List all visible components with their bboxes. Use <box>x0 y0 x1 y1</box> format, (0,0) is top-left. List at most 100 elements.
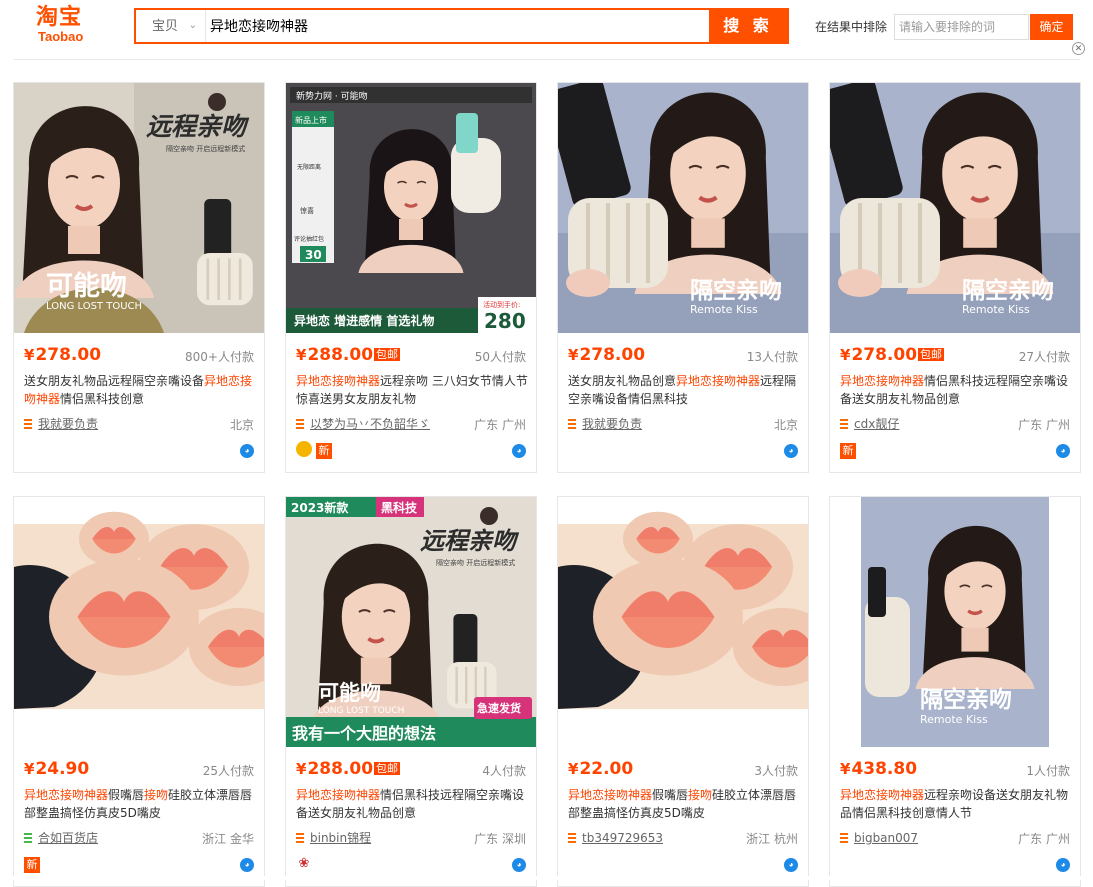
title-segment: 异地恋接吻神器 <box>24 788 109 802</box>
stream-number: 30 <box>305 248 322 262</box>
poster-tag-new: 2023新款 <box>291 500 349 515</box>
wangwang-chat-icon[interactable]: ◕ <box>512 858 526 872</box>
shop-location: 浙江 杭州 <box>746 832 798 846</box>
shop-location: 浙江 金华 <box>202 832 254 846</box>
wangwang-chat-icon[interactable]: ◕ <box>240 858 254 872</box>
product-card[interactable]: ¥24.90 25人付款 异地恋接吻神器假嘴唇接吻硅胶立体漂唇唇部整蛊搞怪仿真皮… <box>13 496 265 887</box>
stream-review: 评论抽红包 <box>294 235 324 243</box>
price-value: 288.00 <box>307 345 374 365</box>
exclude-label: 在结果中排除 <box>815 20 888 34</box>
shop-link[interactable]: 合如百货店 <box>24 830 98 846</box>
shop-location: 北京 <box>229 418 254 432</box>
search-input[interactable] <box>210 10 710 42</box>
title-segment: 异地恋接吻神器 <box>296 788 381 802</box>
product-image[interactable]: 新势力网 · 可能吻 新品上市 无限距离 惊喜 评论抽红包 30 异地恋 增进感… <box>286 83 536 333</box>
close-icon[interactable]: ✕ <box>1072 42 1085 55</box>
product-title[interactable]: 送女朋友礼物品创意异地恋接吻神器远程隔空亲嘴设备情侣黑科技 <box>568 372 800 408</box>
title-segment: 假嘴唇 <box>108 788 145 802</box>
product-card[interactable]: 隔空亲吻 Remote Kiss ¥278.00 13人付款 送女朋友礼物品创意… <box>557 82 809 473</box>
wangwang-chat-icon[interactable]: ◕ <box>240 444 254 458</box>
product-title[interactable]: 异地恋接吻神器远程亲吻设备送女朋友礼物品情侣黑科技创意情人节 <box>840 786 1072 822</box>
product-image[interactable]: 远程亲吻 隔空亲吻 开启远程新模式 可能吻 LONG LOST TOUCH <box>14 83 264 333</box>
product-image[interactable]: 隔空亲吻 Remote Kiss <box>830 497 1080 747</box>
title-segment: 接吻 <box>144 788 169 802</box>
shop-link[interactable]: 以梦为马丷不负韶华ゞ <box>296 416 430 432</box>
badge-row: 新 <box>840 441 860 459</box>
product-price: ¥22.00 <box>568 759 633 779</box>
title-segment: 假嘴唇 <box>652 788 689 802</box>
product-title[interactable]: 异地恋接吻神器情侣黑科技远程隔空亲嘴设备送女朋友礼物品创意 <box>296 786 528 822</box>
shop-name: 合如百货店 <box>38 831 99 845</box>
product-image[interactable]: 隔空亲吻 Remote Kiss <box>558 83 808 333</box>
product-card[interactable]: ¥22.00 3人付款 异地恋接吻神器假嘴唇接吻硅胶立体漂唇唇部整蛊搞怪仿真皮5… <box>557 496 809 887</box>
stream-tag-surprise: 惊喜 <box>300 206 314 215</box>
exclude-input[interactable]: 请输入要排除的词 <box>894 14 1029 40</box>
product-card[interactable]: 远程亲吻 隔空亲吻 开启远程新模式 可能吻 LONG LOST TOUCH ¥2… <box>13 82 265 473</box>
shop-link[interactable]: tb349729653 <box>568 830 663 846</box>
product-image[interactable] <box>558 497 808 747</box>
badge-row: 新 <box>296 441 336 459</box>
product-image[interactable] <box>14 497 264 747</box>
search-category-select[interactable]: 宝贝 ⌄ <box>136 10 206 42</box>
gold-medal-icon <box>296 441 312 457</box>
stream-tag-new: 新品上市 <box>295 115 327 125</box>
product-title[interactable]: 异地恋接吻神器远程亲吻 三八妇女节情人节惊喜送男女友朋友礼物 <box>296 372 528 408</box>
product-image[interactable]: 2023新款 黑科技 远程亲吻 隔空亲吻 开启远程新模式 可能吻 LONG LO… <box>286 497 536 747</box>
wangwang-chat-icon[interactable]: ◕ <box>1056 444 1070 458</box>
shop-name: tb349729653 <box>582 831 664 845</box>
currency-symbol: ¥ <box>568 346 579 364</box>
product-card[interactable]: 2023新款 黑科技 远程亲吻 隔空亲吻 开启远程新模式 可能吻 LONG LO… <box>285 496 537 887</box>
logo-text-cn: 淘宝 <box>36 5 83 30</box>
new-badge: 新 <box>24 857 40 873</box>
kiss-headline: 隔空亲吻 <box>920 686 1012 713</box>
kiss-subline: Remote Kiss <box>690 303 758 316</box>
product-price: ¥24.90 <box>24 759 89 779</box>
product-image[interactable]: 隔空亲吻 Remote Kiss <box>830 83 1080 333</box>
search-button[interactable]: 搜 索 <box>709 10 787 42</box>
price-value: 278.00 <box>35 345 102 365</box>
kiss-headline: 隔空亲吻 <box>962 277 1054 304</box>
poster-subline: 隔空亲吻 开启远程新模式 <box>166 144 245 153</box>
shop-name: 以梦为马丷不负韶华ゞ <box>310 417 431 431</box>
product-title[interactable]: 异地恋接吻神器情侣黑科技远程隔空亲嘴设备送女朋友礼物品创意 <box>840 372 1072 408</box>
title-segment: 情侣黑科技创意 <box>60 392 145 406</box>
taobao-logo[interactable]: 淘宝 Taobao <box>36 6 94 46</box>
price-value: 24.90 <box>35 759 90 779</box>
shop-icon <box>568 833 576 843</box>
shop-link[interactable]: bigban007 <box>840 830 918 846</box>
shop-name: 我就要负责 <box>582 417 643 431</box>
currency-symbol: ¥ <box>840 346 851 364</box>
wangwang-chat-icon[interactable]: ◕ <box>512 444 526 458</box>
product-price: ¥288.00 包邮 <box>296 345 401 365</box>
title-segment: 送女朋友礼物品远程隔空亲嘴设备 <box>24 374 205 388</box>
product-price: ¥278.00 <box>24 345 101 365</box>
deal-count: 50人付款 <box>474 350 526 364</box>
poster-headline: 远程亲吻 <box>146 112 250 141</box>
product-card[interactable]: 隔空亲吻 Remote Kiss ¥278.00 包邮 27人付款 异地恋接吻神器… <box>829 82 1081 473</box>
product-title[interactable]: 异地恋接吻神器假嘴唇接吻硅胶立体漂唇唇部整蛊搞怪仿真皮5D嘴皮 <box>24 786 256 822</box>
wangwang-chat-icon[interactable]: ◕ <box>784 444 798 458</box>
product-title[interactable]: 异地恋接吻神器假嘴唇接吻硅胶立体漂唇唇部整蛊搞怪仿真皮5D嘴皮 <box>568 786 800 822</box>
product-title[interactable]: 送女朋友礼物品远程隔空亲嘴设备异地恋接吻神器情侣黑科技创意 <box>24 372 256 408</box>
shop-icon <box>296 833 304 843</box>
shop-link[interactable]: 我就要负责 <box>24 416 98 432</box>
product-price: ¥278.00 包邮 <box>840 345 945 365</box>
price-value: 22.00 <box>579 759 634 779</box>
currency-symbol: ¥ <box>296 760 307 778</box>
currency-symbol: ¥ <box>568 760 579 778</box>
product-card[interactable]: 隔空亲吻 Remote Kiss ¥438.80 1人付款 异地恋接吻神器远程亲… <box>829 496 1081 887</box>
price-value: 278.00 <box>851 345 918 365</box>
wangwang-chat-icon[interactable]: ◕ <box>1056 858 1070 872</box>
shop-link[interactable]: 我就要负责 <box>568 416 642 432</box>
exclude-confirm-button[interactable]: 确定 <box>1030 14 1073 40</box>
title-segment: 异地恋接吻神器 <box>840 788 925 802</box>
page-bottom-edge <box>0 876 1093 880</box>
shop-link[interactable]: binbin锦程 <box>296 830 371 846</box>
wangwang-chat-icon[interactable]: ◕ <box>784 858 798 872</box>
shop-link[interactable]: cdx靓仔 <box>840 416 899 432</box>
shop-name: cdx靓仔 <box>854 417 900 431</box>
poster-subline: 隔空亲吻 开启远程新模式 <box>436 558 515 567</box>
kiss-subline: Remote Kiss <box>962 303 1030 316</box>
shop-name: 我就要负责 <box>38 417 99 431</box>
product-card[interactable]: 新势力网 · 可能吻 新品上市 无限距离 惊喜 评论抽红包 30 异地恋 增进感… <box>285 82 537 473</box>
